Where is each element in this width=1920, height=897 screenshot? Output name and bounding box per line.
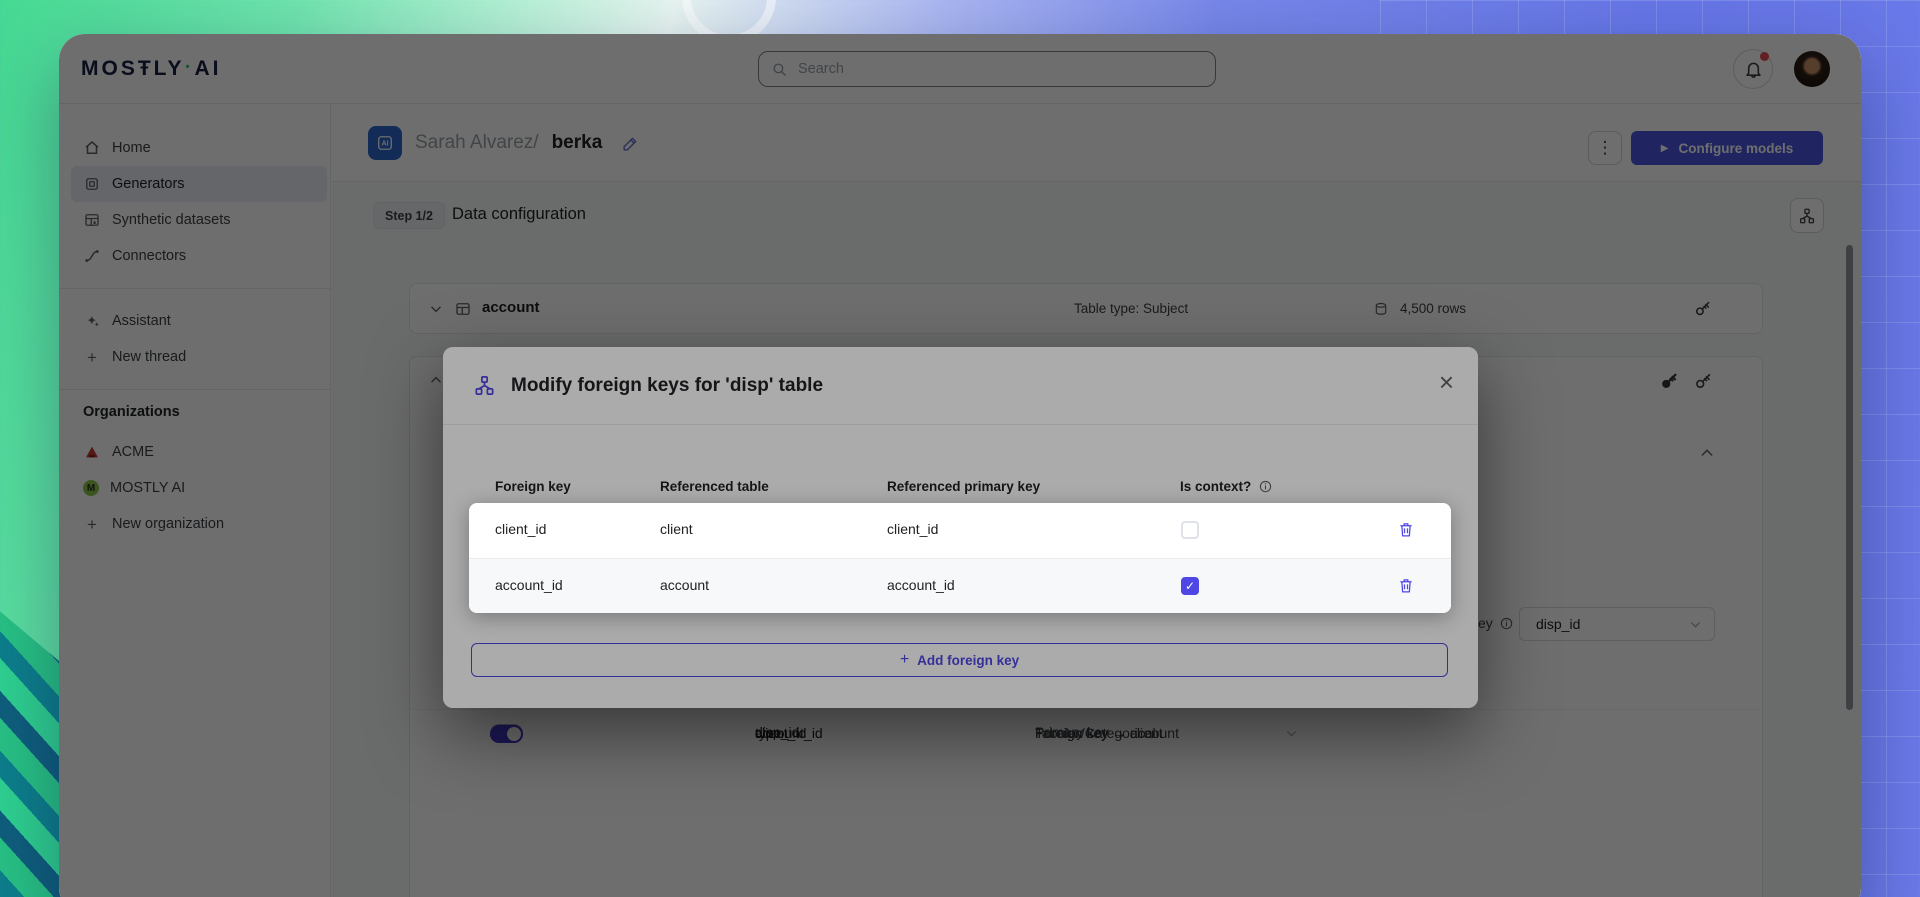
- close-icon[interactable]: ×: [1439, 369, 1454, 395]
- foreign-key-row-account: account_id account account_id ✓: [469, 558, 1451, 613]
- referenced-table-value: account: [660, 577, 710, 593]
- add-foreign-key-label: Add foreign key: [917, 652, 1020, 668]
- foreign-keys-graph-icon: [475, 376, 494, 395]
- referenced-primary-key-value: client_id: [887, 521, 939, 537]
- referenced-table-value: client: [660, 521, 693, 537]
- delete-foreign-key-icon[interactable]: [1397, 520, 1415, 539]
- modal-title: Modify foreign keys for 'disp' table: [511, 374, 824, 396]
- header-label: Is context?: [1180, 479, 1252, 494]
- foreign-key-value: account_id: [495, 577, 563, 593]
- info-icon[interactable]: [1258, 479, 1273, 494]
- modal-header: Modify foreign keys for 'disp' table: [443, 347, 1478, 425]
- modify-foreign-keys-modal: Modify foreign keys for 'disp' table × F…: [443, 347, 1478, 708]
- is-context-checkbox-checked[interactable]: ✓: [1181, 577, 1199, 595]
- column-header-foreign-key: Foreign key: [495, 479, 571, 494]
- foreign-key-value: client_id: [495, 521, 547, 537]
- is-context-checkbox-unchecked[interactable]: [1181, 521, 1199, 539]
- column-header-is-context: Is context?: [1180, 479, 1273, 494]
- header-label: Foreign key: [495, 479, 571, 494]
- plus-icon: +: [899, 651, 910, 668]
- header-label: Referenced primary key: [887, 479, 1041, 494]
- foreign-key-row-client: client_id client client_id: [469, 503, 1451, 558]
- column-header-referenced-table: Referenced table: [660, 479, 769, 494]
- referenced-primary-key-value: account_id: [887, 577, 955, 593]
- header-label: Referenced table: [660, 479, 769, 494]
- app-window: MOSŦLY • AI Home Generators Synthetic da…: [59, 34, 1861, 897]
- foreign-key-rows-spotlight: client_id client client_id account_id ac…: [469, 503, 1451, 613]
- column-header-referenced-primary-key: Referenced primary key: [887, 479, 1040, 494]
- checkmark-icon: ✓: [1184, 579, 1196, 593]
- delete-foreign-key-icon[interactable]: [1397, 576, 1415, 595]
- add-foreign-key-button[interactable]: + Add foreign key: [471, 643, 1448, 677]
